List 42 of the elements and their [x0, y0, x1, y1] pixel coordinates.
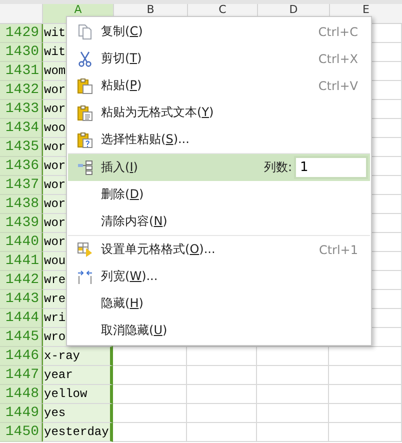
- row-header[interactable]: 1437: [0, 176, 42, 195]
- row-header[interactable]: 1438: [0, 195, 42, 214]
- row-header[interactable]: 1446: [0, 347, 42, 366]
- table-cell: x-ray: [42, 347, 113, 366]
- row-header[interactable]: 1450: [0, 423, 42, 442]
- insert-icon: [76, 160, 92, 176]
- row-header[interactable]: 1433: [0, 100, 42, 119]
- clipboard-icon: [76, 104, 92, 120]
- format-cells-icon: [76, 242, 92, 258]
- row-header[interactable]: 1447: [0, 366, 42, 385]
- shortcut-text: Ctrl+X: [318, 52, 358, 66]
- row-header[interactable]: 1440: [0, 233, 42, 252]
- row-header[interactable]: 1436: [0, 157, 42, 176]
- row-header[interactable]: 1432: [0, 81, 42, 100]
- table-cell: yes: [42, 404, 113, 423]
- field-label: 列数:: [264, 159, 292, 176]
- clipboard-icon: [76, 78, 92, 94]
- shortcut-text: Ctrl+C: [318, 24, 358, 38]
- row-header[interactable]: 1445: [0, 328, 42, 347]
- clipboard-icon: [76, 132, 92, 148]
- row-header[interactable]: 1439: [0, 214, 42, 233]
- row-header[interactable]: 1430: [0, 43, 42, 62]
- shortcut-text: Ctrl+V: [318, 78, 358, 92]
- column-width-icon: [76, 268, 92, 284]
- table-cell: year: [42, 366, 113, 385]
- table-cell: yesterday: [42, 423, 113, 442]
- scissors-icon: [76, 50, 92, 66]
- row-header[interactable]: 1431: [0, 62, 42, 81]
- menu-item[interactable]: 插入(I) 列数: 1: [68, 154, 370, 181]
- row-header[interactable]: 1441: [0, 252, 42, 271]
- shortcut-text: Ctrl+1: [318, 242, 358, 256]
- row-header[interactable]: 1449: [0, 404, 42, 423]
- row-header[interactable]: 1442: [0, 271, 42, 290]
- row-header[interactable]: 1429: [0, 24, 42, 43]
- row-header[interactable]: 1443: [0, 290, 42, 309]
- row-header[interactable]: 1448: [0, 385, 42, 404]
- input-field[interactable]: 1: [294, 156, 368, 179]
- row-header[interactable]: 1434: [0, 119, 42, 138]
- copy-icon: [76, 24, 92, 40]
- row-header[interactable]: 1444: [0, 309, 42, 328]
- row-header[interactable]: 1435: [0, 138, 42, 157]
- table-cell: yellow: [42, 385, 113, 404]
